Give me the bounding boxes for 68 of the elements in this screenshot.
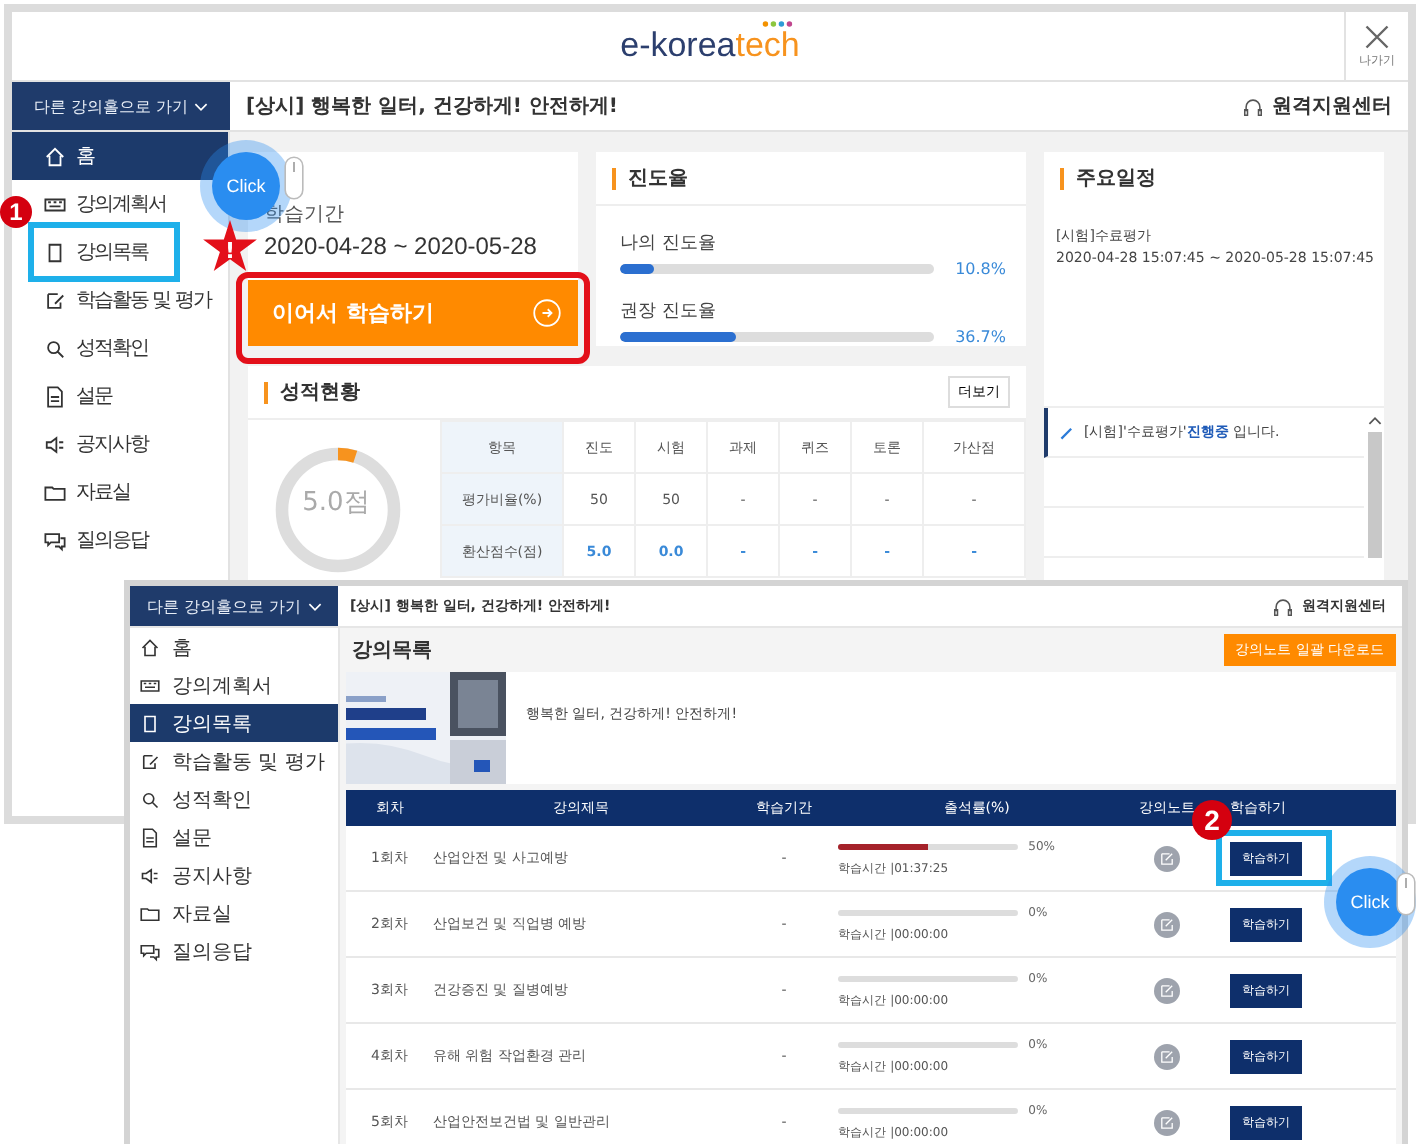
score-value: 5.0점 [302, 486, 370, 520]
logo: e-koreatech [620, 26, 800, 64]
menu-item[interactable]: 공지사항 [44, 420, 152, 468]
progress-label: 권장 진도율 [620, 302, 716, 322]
folder-icon [44, 481, 66, 503]
menu-item[interactable]: 성적확인 [130, 780, 338, 818]
menu-item[interactable]: 홈 [130, 628, 338, 666]
home-icon [44, 145, 66, 167]
folder-icon [140, 903, 160, 923]
chevron-icon [194, 101, 209, 111]
page-title: 강의목록 [352, 638, 432, 664]
card-title: 성적현황 [264, 381, 360, 403]
course-select[interactable]: 다른 강의홀으로 가기 [12, 82, 230, 130]
note-icon[interactable] [1153, 1109, 1180, 1135]
headphones-icon [1242, 95, 1264, 117]
document-icon [44, 385, 66, 407]
step-badge: 1 [0, 196, 32, 228]
menu-item[interactable]: 학습활동 및 평가 [130, 742, 338, 780]
pencil-icon [1060, 425, 1074, 439]
speaker-icon [140, 865, 160, 885]
note-icon[interactable] [1153, 845, 1180, 871]
period-value: 2020-04-28 ~ 2020-05-28 [262, 232, 539, 260]
support-link[interactable]: 원격지원센터 [1242, 92, 1392, 120]
menu-item[interactable]: 강의목록 [44, 228, 152, 276]
search-icon [44, 337, 66, 359]
period-label: 학습기간 [262, 202, 346, 228]
menu-item[interactable]: 홈 [12, 132, 228, 180]
search-icon [140, 789, 160, 809]
keyboard-icon [140, 675, 160, 695]
progress-label: 나의 진도율 [620, 234, 716, 254]
menu-item[interactable]: 설문 [44, 372, 116, 420]
course-select[interactable]: 다른 강의홀으로 가기 [130, 586, 338, 626]
menu-item[interactable]: 질의응답 [130, 932, 338, 970]
progress-reading: 36.7% [953, 328, 1006, 346]
note-icon[interactable] [1153, 1043, 1180, 1069]
notice-text: [상시] 행복한 일터, 건강하게! 안전하게! [246, 94, 618, 120]
note-icon[interactable] [1153, 911, 1180, 937]
card-title: 진도율 [612, 168, 1026, 190]
note-icon[interactable] [1153, 977, 1180, 1003]
menu-item[interactable]: 강의목록 [130, 704, 338, 742]
menu-item[interactable]: 학습활동 및 평가 [44, 276, 215, 324]
menu-item[interactable]: 강의계획서 [44, 180, 170, 228]
headphones-icon [1272, 595, 1294, 617]
menu-item[interactable]: 질의응답 [44, 516, 152, 564]
chevron-icon [307, 601, 322, 611]
card-title: 주요일정 [1060, 168, 1384, 190]
menu-item[interactable]: 자료실 [130, 894, 338, 932]
home-icon [140, 637, 160, 657]
edit-icon [44, 289, 66, 311]
progress-reading: 10.8% [953, 260, 1006, 278]
highlight-frame [1216, 830, 1332, 886]
arrow-right-icon [532, 298, 562, 328]
document-icon [140, 827, 160, 847]
menu-item[interactable]: 강의계획서 [130, 666, 338, 704]
menu-item[interactable]: 설문 [130, 818, 338, 856]
page-icon [140, 713, 160, 733]
close-icon [1362, 22, 1392, 52]
menu-item[interactable]: 공지사항 [130, 856, 338, 894]
menu-item[interactable]: 자료실 [44, 468, 134, 516]
page-icon [44, 241, 66, 263]
edit-icon [140, 751, 160, 771]
speaker-icon [44, 433, 66, 455]
logo-dots-icon [761, 20, 794, 28]
keyboard-icon [44, 193, 66, 215]
chat-icon [44, 529, 66, 551]
menu-item[interactable]: 성적확인 [44, 324, 152, 372]
chat-icon [140, 941, 160, 961]
caret-up-icon [1368, 416, 1382, 426]
